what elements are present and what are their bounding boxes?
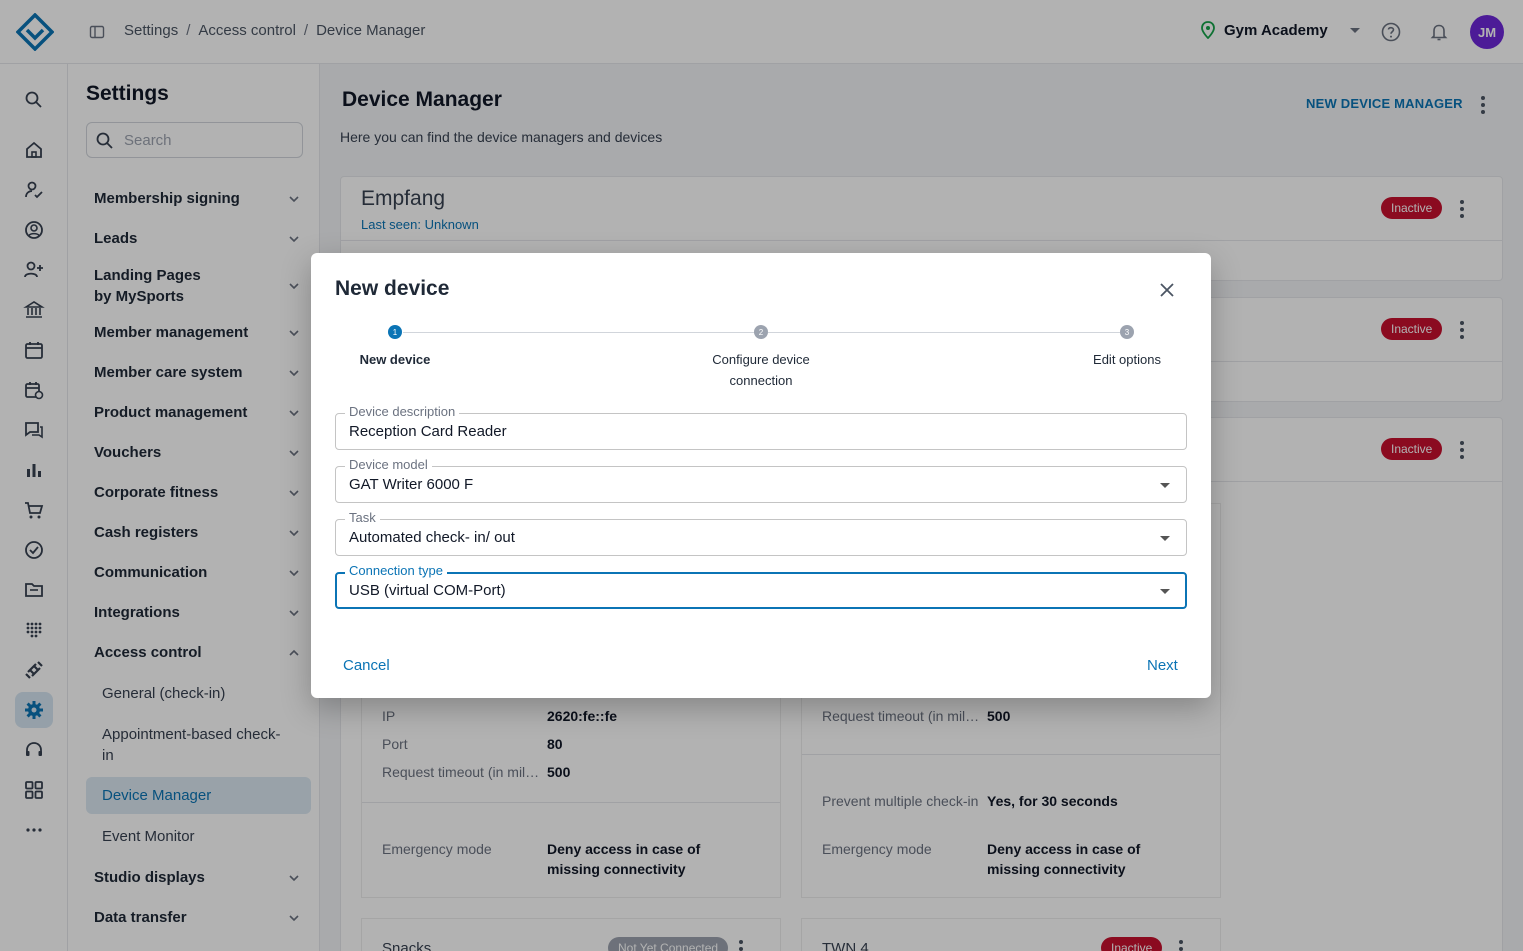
dropdown-caret-icon: [1160, 483, 1170, 488]
close-icon[interactable]: [1156, 279, 1178, 301]
stepper-connector: [403, 332, 758, 333]
connection-type-select[interactable]: Connection type USB (virtual COM-Port): [335, 563, 1187, 609]
field-label: Task: [345, 510, 380, 526]
dropdown-caret-icon: [1160, 536, 1170, 541]
step-indicator-1: 1: [388, 325, 402, 339]
field-label: Connection type: [345, 563, 447, 579]
field-label: Device description: [345, 404, 460, 420]
field-value: USB (virtual COM-Port): [349, 582, 506, 599]
step-label-1: New device: [359, 352, 431, 367]
next-button[interactable]: Next: [1147, 657, 1178, 674]
step-label-2: Configure device connection: [712, 352, 810, 388]
field-value: GAT Writer 6000 F: [349, 476, 474, 493]
field-value: Automated check- in/ out: [349, 529, 515, 546]
new-device-dialog: New device 1 2 3 New device Configure de…: [311, 253, 1211, 698]
dialog-title: New device: [335, 277, 450, 300]
device-description-field[interactable]: Device description Reception Card Reader: [335, 404, 1187, 450]
step-indicator-2: 2: [754, 325, 768, 339]
device-model-select[interactable]: Device model GAT Writer 6000 F: [335, 457, 1187, 503]
task-select[interactable]: Task Automated check- in/ out: [335, 510, 1187, 556]
step-indicator-3: 3: [1120, 325, 1134, 339]
cancel-button[interactable]: Cancel: [343, 657, 390, 674]
stepper-connector: [768, 332, 1120, 333]
field-label: Device model: [345, 457, 432, 473]
dropdown-caret-icon: [1160, 589, 1170, 594]
field-value: Reception Card Reader: [349, 423, 507, 440]
step-label-3: Edit options: [1093, 352, 1161, 367]
